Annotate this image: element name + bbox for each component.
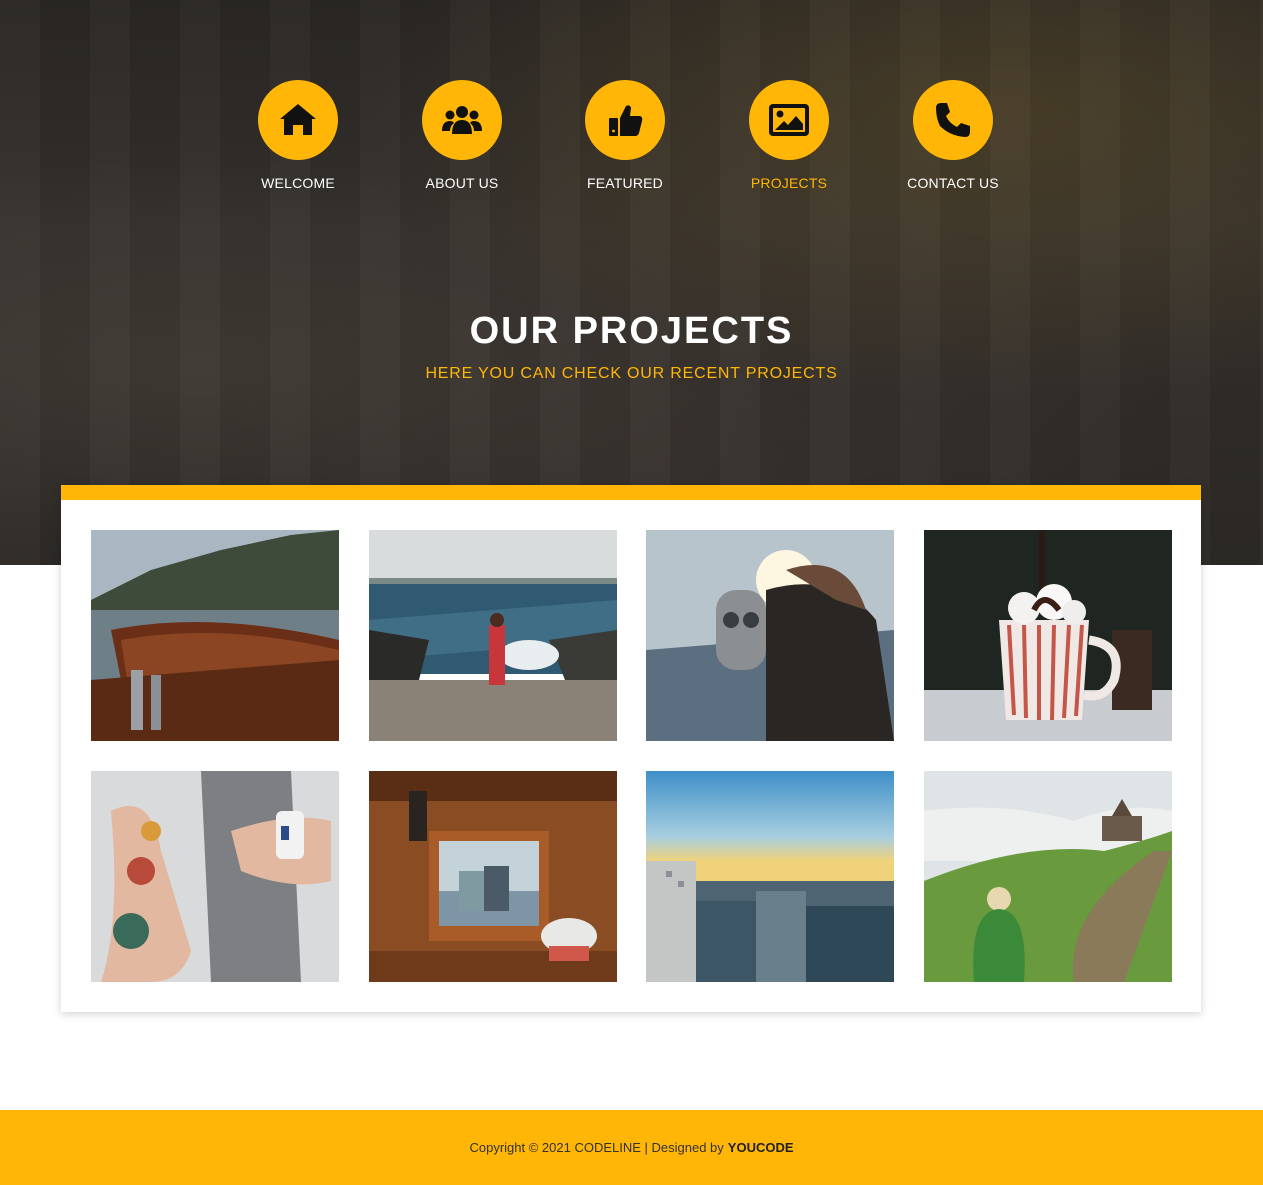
gallery-item-hiker-hills[interactable] — [924, 771, 1172, 982]
main-nav: WELCOME ABOUT US FEATURED PROJECTS CONTA… — [0, 80, 1263, 200]
gallery-item-tattoo-mug[interactable] — [91, 771, 339, 982]
thumbs-up-icon — [585, 80, 665, 160]
home-icon — [258, 80, 338, 160]
copyright-text: Copyright © 2021 CODELINE | Designed by — [469, 1140, 724, 1155]
nav-item-contact-us[interactable]: CONTACT US — [893, 80, 1013, 200]
gallery-item-hot-chocolate[interactable] — [924, 530, 1172, 741]
nav-item-about-us[interactable]: ABOUT US — [402, 80, 522, 200]
nav-label: ABOUT US — [425, 175, 499, 191]
nav-label: WELCOME — [261, 175, 335, 191]
projects-gallery — [61, 485, 1201, 1012]
users-icon — [422, 80, 502, 160]
gallery-item-seashore[interactable] — [369, 530, 617, 741]
nav-item-featured[interactable]: FEATURED — [565, 80, 685, 200]
gallery-item-boat-window[interactable] — [369, 771, 617, 982]
gallery-item-city-sunset[interactable] — [646, 771, 894, 982]
designer-link[interactable]: YOUCODE — [728, 1140, 794, 1155]
nav-item-projects[interactable]: PROJECTS — [729, 80, 849, 200]
phone-icon — [913, 80, 993, 160]
image-icon — [749, 80, 829, 160]
nav-label: PROJECTS — [750, 175, 828, 191]
footer: Copyright © 2021 CODELINE | Designed by … — [0, 1110, 1263, 1185]
section-header: OUR PROJECTS HERE YOU CAN CHECK OUR RECE… — [0, 310, 1263, 383]
nav-label: FEATURED — [586, 175, 663, 191]
nav-item-welcome[interactable]: WELCOME — [238, 80, 358, 200]
nav-label: CONTACT US — [907, 175, 999, 191]
gallery-item-boat[interactable] — [91, 530, 339, 741]
page-title: OUR PROJECTS — [469, 310, 794, 352]
gallery-item-binoculars[interactable] — [646, 530, 894, 741]
page-subtitle: HERE YOU CAN CHECK OUR RECENT PROJECTS — [425, 365, 838, 382]
